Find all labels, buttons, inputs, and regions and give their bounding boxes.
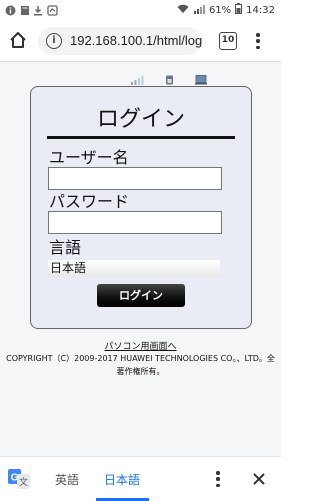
pc-view-link-row: パソコン用画面へ [0, 339, 281, 352]
login-panel: ログイン ユーザー名 パスワード 言語 日本語 ログイン [30, 86, 252, 329]
tab-switcher-button[interactable]: 10 [219, 32, 237, 50]
book-notification-icon [20, 4, 30, 16]
mobile-signal-icon [193, 4, 205, 17]
pc-view-link[interactable]: パソコン用画面へ [104, 342, 176, 352]
signal-strength-icon [130, 70, 144, 85]
home-icon[interactable] [8, 30, 28, 50]
password-field[interactable] [48, 211, 222, 234]
title-divider [47, 136, 235, 139]
wifi-icon [177, 4, 189, 17]
sim-icon [162, 70, 176, 85]
tab-japanese[interactable]: 日本語 [104, 471, 140, 488]
password-label: パスワード [49, 192, 130, 211]
info-notification-icon [5, 4, 16, 16]
info-icon[interactable]: i [46, 33, 62, 49]
copyright-text: COPYRIGHT（C）2009-2017 HUAWEI TECHNOLOGIE… [6, 354, 275, 376]
app-notification-icon [47, 4, 58, 16]
login-button[interactable]: ログイン [97, 284, 185, 307]
computer-icon [194, 70, 208, 85]
page-content: ログイン ユーザー名 パスワード 言語 日本語 ログイン パソコン用画面へ CO… [0, 62, 281, 456]
login-title: ログイン [96, 107, 185, 132]
translate-menu-icon[interactable] [214, 470, 222, 488]
svg-text:文: 文 [19, 476, 28, 488]
translate-bar: G文 英語 日本語 [0, 456, 281, 501]
router-status-icons [130, 70, 208, 85]
download-notification-icon [33, 4, 43, 16]
battery-percent: 61% [208, 4, 232, 16]
battery-icon [235, 3, 243, 17]
close-icon[interactable] [251, 471, 267, 487]
username-label: ユーザー名 [49, 148, 129, 167]
clock: 14:32 [246, 4, 275, 16]
address-bar[interactable]: i 192.168.100.1/html/log [38, 27, 202, 55]
more-vert-icon[interactable] [252, 31, 264, 51]
google-translate-icon: G文 [8, 469, 30, 489]
url-text[interactable]: 192.168.100.1/html/log [70, 33, 202, 48]
language-select[interactable]: 日本語 [48, 260, 220, 277]
status-bar: 61% 14:32 [0, 0, 281, 20]
username-field[interactable] [48, 167, 222, 190]
language-label: 言語 [49, 238, 82, 257]
tab-english[interactable]: 英語 [55, 471, 79, 488]
browser-toolbar: i 192.168.100.1/html/log 10 [0, 20, 281, 62]
